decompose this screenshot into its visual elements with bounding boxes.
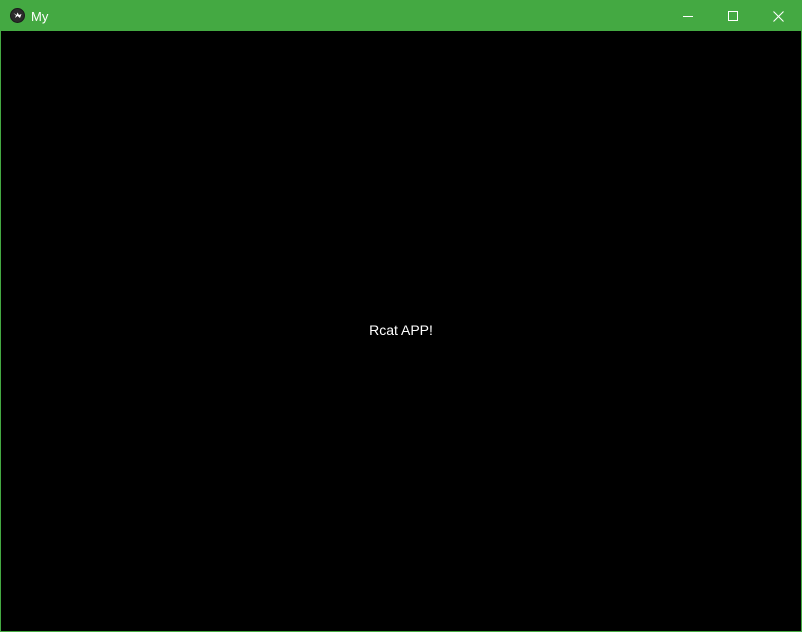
title-bar[interactable]: My (1, 1, 801, 31)
app-window: My Rcat APP! (0, 0, 802, 632)
close-button[interactable] (755, 1, 801, 31)
close-icon (772, 10, 784, 22)
kivy-logo-icon (10, 8, 25, 23)
minimize-button[interactable] (665, 1, 711, 31)
app-content: Rcat APP! (1, 31, 801, 631)
maximize-icon (728, 11, 738, 21)
app-label: Rcat APP! (369, 322, 433, 338)
maximize-button[interactable] (710, 1, 756, 31)
minimize-icon (683, 11, 693, 21)
window-title: My (31, 9, 49, 24)
